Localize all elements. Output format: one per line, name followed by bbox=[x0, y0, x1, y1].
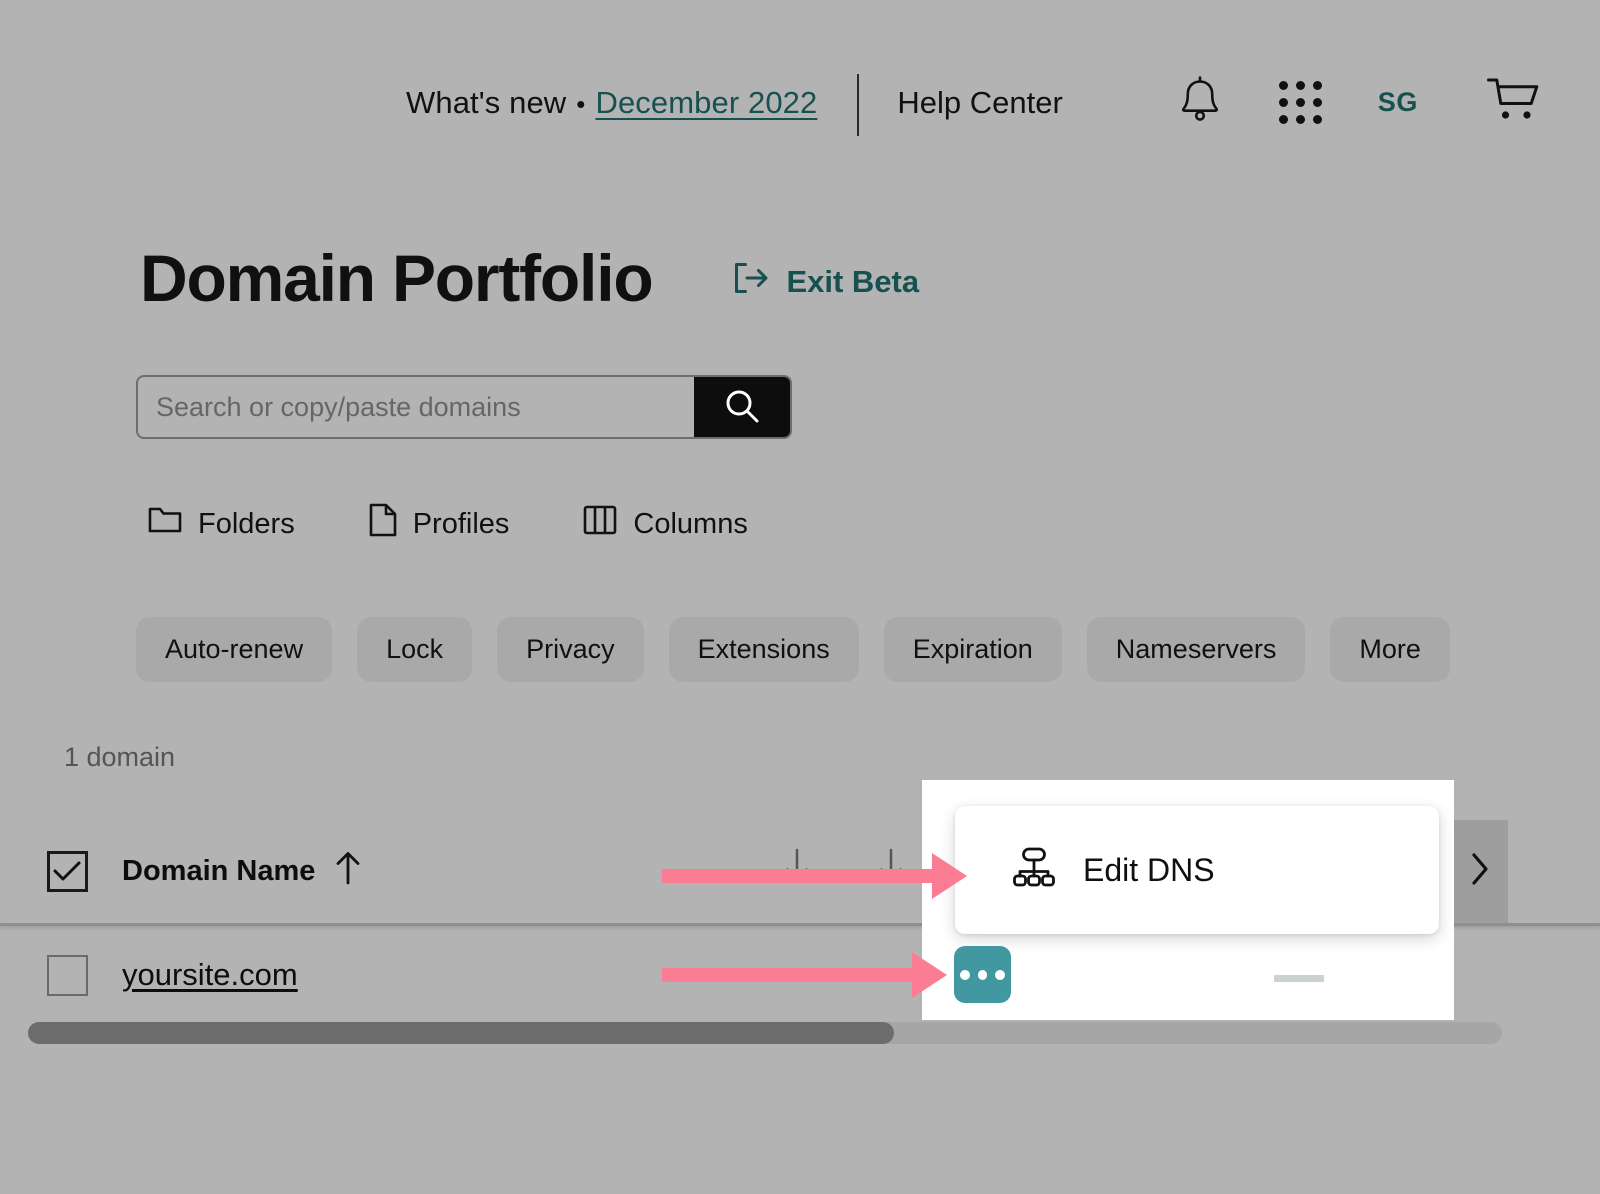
filter-chip-extensions[interactable]: Extensions bbox=[669, 617, 859, 682]
ellipsis-icon bbox=[960, 970, 970, 980]
top-utility-bar: What's new • December 2022 Help Center S… bbox=[0, 0, 1600, 205]
page-header: Domain Portfolio Exit Beta bbox=[140, 245, 919, 311]
select-all-cell bbox=[12, 851, 122, 892]
check-icon bbox=[52, 860, 82, 884]
help-center-link[interactable]: Help Center bbox=[897, 85, 1062, 121]
filter-chip-expiration[interactable]: Expiration bbox=[884, 617, 1062, 682]
exit-icon bbox=[732, 261, 770, 303]
filter-chip-more[interactable]: More bbox=[1330, 617, 1450, 682]
whats-new-link[interactable]: December 2022 bbox=[595, 85, 817, 121]
grid-dot bbox=[1313, 81, 1322, 90]
bell-icon bbox=[1177, 75, 1223, 130]
ellipsis-dot bbox=[978, 970, 988, 980]
cart-button[interactable] bbox=[1486, 75, 1544, 130]
grid-dot bbox=[1279, 115, 1288, 124]
filter-chip-nameservers[interactable]: Nameservers bbox=[1087, 617, 1306, 682]
row-select-cell bbox=[12, 955, 122, 996]
profiles-button[interactable]: Profiles bbox=[369, 503, 510, 545]
columns-icon bbox=[583, 504, 617, 544]
folders-button[interactable]: Folders bbox=[148, 504, 295, 544]
page-title: Domain Portfolio bbox=[140, 245, 652, 311]
search-icon bbox=[723, 387, 761, 428]
apps-grid-icon bbox=[1279, 81, 1288, 90]
select-all-checkbox[interactable] bbox=[47, 851, 88, 892]
ellipsis-dot bbox=[995, 970, 1005, 980]
domain-search-bar bbox=[136, 375, 792, 439]
apps-grid-button[interactable] bbox=[1279, 81, 1322, 124]
arrow-up-icon bbox=[335, 851, 361, 893]
scroll-right-button[interactable] bbox=[1452, 820, 1508, 923]
menu-item-edit-dns-label: Edit DNS bbox=[1083, 852, 1215, 889]
grid-dot bbox=[1296, 98, 1305, 107]
folder-icon bbox=[148, 504, 182, 544]
shopping-cart-icon bbox=[1486, 75, 1544, 130]
domain-count-label: 1 domain bbox=[64, 742, 175, 773]
domain-name-link[interactable]: yoursite.com bbox=[122, 957, 298, 993]
column-header-domain-name[interactable]: Domain Name bbox=[122, 851, 361, 893]
profiles-label: Profiles bbox=[413, 508, 510, 541]
file-icon bbox=[369, 503, 397, 545]
horizontal-scrollbar-track[interactable] bbox=[28, 1022, 1502, 1044]
dns-sitemap-icon bbox=[1011, 845, 1057, 896]
more-actions-button[interactable] bbox=[954, 946, 1011, 1003]
menu-item-edit-dns[interactable]: Edit DNS bbox=[955, 806, 1439, 934]
header-divider bbox=[857, 74, 859, 136]
column-header-label: Domain Name bbox=[122, 855, 315, 888]
columns-button[interactable]: Columns bbox=[583, 504, 747, 544]
actions-menu-card: Edit DNS bbox=[955, 806, 1439, 934]
chevron-right-icon bbox=[1469, 852, 1491, 891]
exit-beta-button[interactable]: Exit Beta bbox=[732, 261, 919, 303]
row-select-checkbox[interactable] bbox=[47, 955, 88, 996]
account-avatar[interactable]: SG bbox=[1378, 87, 1418, 118]
grid-dot bbox=[1313, 98, 1322, 107]
annotation-arrow-edit-dns bbox=[662, 869, 934, 883]
grid-dot bbox=[1296, 81, 1305, 90]
whats-new-banner: What's new • December 2022 bbox=[406, 85, 817, 121]
grid-dot bbox=[1313, 115, 1322, 124]
annotation-arrow-more-actions bbox=[662, 968, 914, 982]
filter-chip-privacy[interactable]: Privacy bbox=[497, 617, 644, 682]
view-tools: Folders Profiles Columns bbox=[148, 503, 748, 545]
horizontal-scrollbar-thumb[interactable] bbox=[28, 1022, 894, 1044]
filter-chip-row: Auto-renew Lock Privacy Extensions Expir… bbox=[136, 617, 1475, 682]
grid-dot bbox=[1296, 115, 1305, 124]
filter-chip-lock[interactable]: Lock bbox=[357, 617, 472, 682]
grid-dot bbox=[1279, 98, 1288, 107]
bullet-separator: • bbox=[576, 91, 585, 117]
filter-chip-auto-renew[interactable]: Auto-renew bbox=[136, 617, 332, 682]
exit-beta-label: Exit Beta bbox=[786, 264, 919, 300]
search-input[interactable] bbox=[138, 377, 694, 437]
folders-label: Folders bbox=[198, 508, 295, 541]
whats-new-label: What's new bbox=[406, 85, 566, 121]
row-value-placeholder bbox=[1274, 975, 1324, 982]
search-submit-button[interactable] bbox=[694, 377, 790, 437]
notifications-button[interactable] bbox=[1177, 75, 1223, 130]
columns-label: Columns bbox=[633, 508, 747, 541]
